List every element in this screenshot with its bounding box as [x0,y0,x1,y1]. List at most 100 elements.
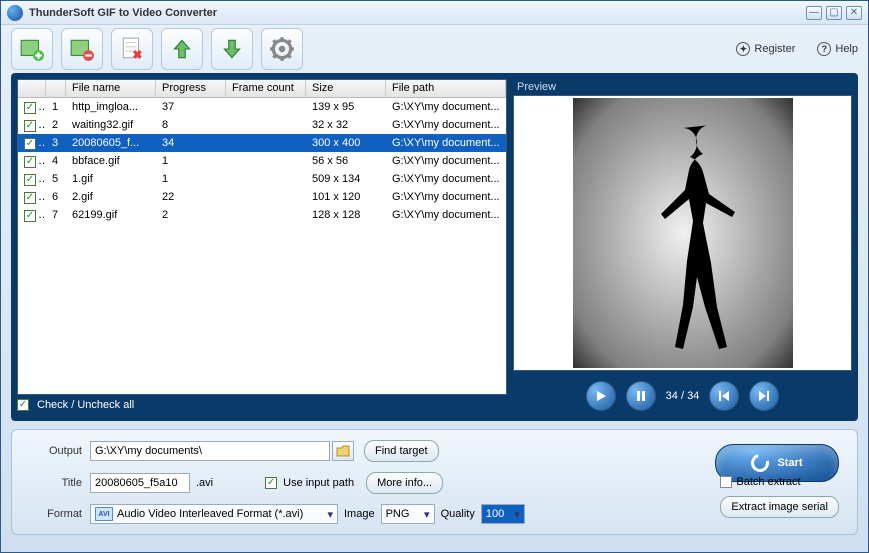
format-value: Audio Video Interleaved Format (*.avi) [117,508,303,520]
batch-extract-checkbox[interactable]: Batch extract [720,476,800,488]
extract-serial-button[interactable]: Extract image serial [720,496,839,518]
check-all-checkbox[interactable] [17,399,29,411]
table-row[interactable]: GIF1http_imgloa...37139 x 95G:\XY\my doc… [18,98,506,116]
clear-list-button[interactable] [111,28,153,70]
row-framecount [226,177,306,181]
register-icon: ✦ [736,42,750,56]
row-checkbox[interactable] [24,156,36,168]
use-input-path-label: Use input path [283,477,354,489]
table-row[interactable]: GIF2waiting32.gif832 x 32G:\XY\my docume… [18,116,506,134]
bottom-panel: Output Find target Title .avi Use input … [11,429,858,535]
row-progress: 1 [156,171,226,187]
more-info-button[interactable]: More info... [366,472,443,494]
preview-box [513,95,852,371]
register-link[interactable]: ✦ Register [736,42,795,56]
row-filename: http_imgloa... [66,99,156,115]
row-filename: 62199.gif [66,207,156,223]
row-checkbox[interactable] [24,138,36,150]
close-button[interactable]: ✕ [846,6,862,20]
row-index: 6 [46,189,66,205]
row-checkbox[interactable] [24,120,36,132]
window-title: ThunderSoft GIF to Video Converter [29,7,802,19]
row-framecount [226,141,306,145]
row-checkbox[interactable] [24,102,36,114]
format-label: Format [26,508,82,520]
table-row[interactable]: GIF4bbface.gif156 x 56G:\XY\my document.… [18,152,506,170]
main-panel: File name Progress Frame count Size File… [11,73,858,421]
row-index: 7 [46,207,66,223]
output-path-input[interactable] [90,441,330,461]
col-filename[interactable]: File name [66,80,156,97]
row-progress: 2 [156,207,226,223]
row-framecount [226,195,306,199]
row-size: 32 x 32 [306,117,386,133]
table-row[interactable]: GIF320080605_f...34300 x 400G:\XY\my doc… [18,134,506,152]
start-icon [748,451,773,476]
help-label: Help [835,43,858,55]
move-up-button[interactable] [161,28,203,70]
image-format-select[interactable]: PNG [381,504,435,524]
titlebar: ThunderSoft GIF to Video Converter — ▢ ✕ [1,1,868,25]
preview-label: Preview [513,79,852,95]
row-filepath: G:\XY\my document... [386,207,506,223]
row-filename: 2.gif [66,189,156,205]
move-down-button[interactable] [211,28,253,70]
row-size: 56 x 56 [306,153,386,169]
col-framecount[interactable]: Frame count [226,80,306,97]
play-button[interactable] [586,381,616,411]
quality-label: Quality [441,508,475,520]
row-filepath: G:\XY\my document... [386,135,506,151]
output-label: Output [26,445,82,457]
help-link[interactable]: ? Help [817,42,858,56]
row-filename: waiting32.gif [66,117,156,133]
row-filepath: G:\XY\my document... [386,189,506,205]
title-input[interactable] [90,473,190,493]
next-frame-button[interactable] [749,381,779,411]
row-filename: 20080605_f... [66,135,156,151]
row-checkbox[interactable] [24,210,36,222]
row-progress: 1 [156,153,226,169]
row-progress: 37 [156,99,226,115]
table-row[interactable]: GIF51.gif1509 x 134G:\XY\my document... [18,170,506,188]
image-format-value: PNG [386,508,410,520]
check-all-label: Check / Uncheck all [37,399,134,411]
col-filepath[interactable]: File path [386,80,506,97]
settings-button[interactable] [261,28,303,70]
quality-select[interactable]: 100 [481,504,525,524]
maximize-button[interactable]: ▢ [826,6,842,20]
row-filepath: G:\XY\my document... [386,171,506,187]
col-progress[interactable]: Progress [156,80,226,97]
remove-file-button[interactable] [61,28,103,70]
table-row[interactable]: GIF62.gif22101 x 120G:\XY\my document... [18,188,506,206]
pause-button[interactable] [626,381,656,411]
format-select[interactable]: AVI Audio Video Interleaved Format (*.av… [90,504,338,524]
table-row[interactable]: GIF762199.gif2128 x 128G:\XY\my document… [18,206,506,224]
register-label: Register [754,43,795,55]
row-framecount [226,105,306,109]
batch-extract-label: Batch extract [736,476,800,488]
playback-controls: 34 / 34 [513,371,852,415]
app-icon [7,5,23,21]
row-checkbox[interactable] [24,192,36,204]
browse-output-button[interactable] [332,441,354,461]
row-progress: 8 [156,117,226,133]
row-framecount [226,159,306,163]
check-all-row: Check / Uncheck all [17,395,507,415]
preview-image [573,98,793,368]
frame-counter: 34 / 34 [666,390,700,402]
title-label: Title [26,477,82,489]
start-label: Start [777,457,802,469]
row-size: 509 x 134 [306,171,386,187]
row-checkbox[interactable] [24,174,36,186]
find-target-button[interactable]: Find target [364,440,439,462]
row-index: 2 [46,117,66,133]
col-size[interactable]: Size [306,80,386,97]
row-filename: bbface.gif [66,153,156,169]
prev-frame-button[interactable] [709,381,739,411]
minimize-button[interactable]: — [806,6,822,20]
list-rows: GIF1http_imgloa...37139 x 95G:\XY\my doc… [18,98,506,394]
use-input-path-checkbox[interactable]: Use input path [265,477,354,489]
row-size: 101 x 120 [306,189,386,205]
add-file-button[interactable] [11,28,53,70]
help-icon: ? [817,42,831,56]
